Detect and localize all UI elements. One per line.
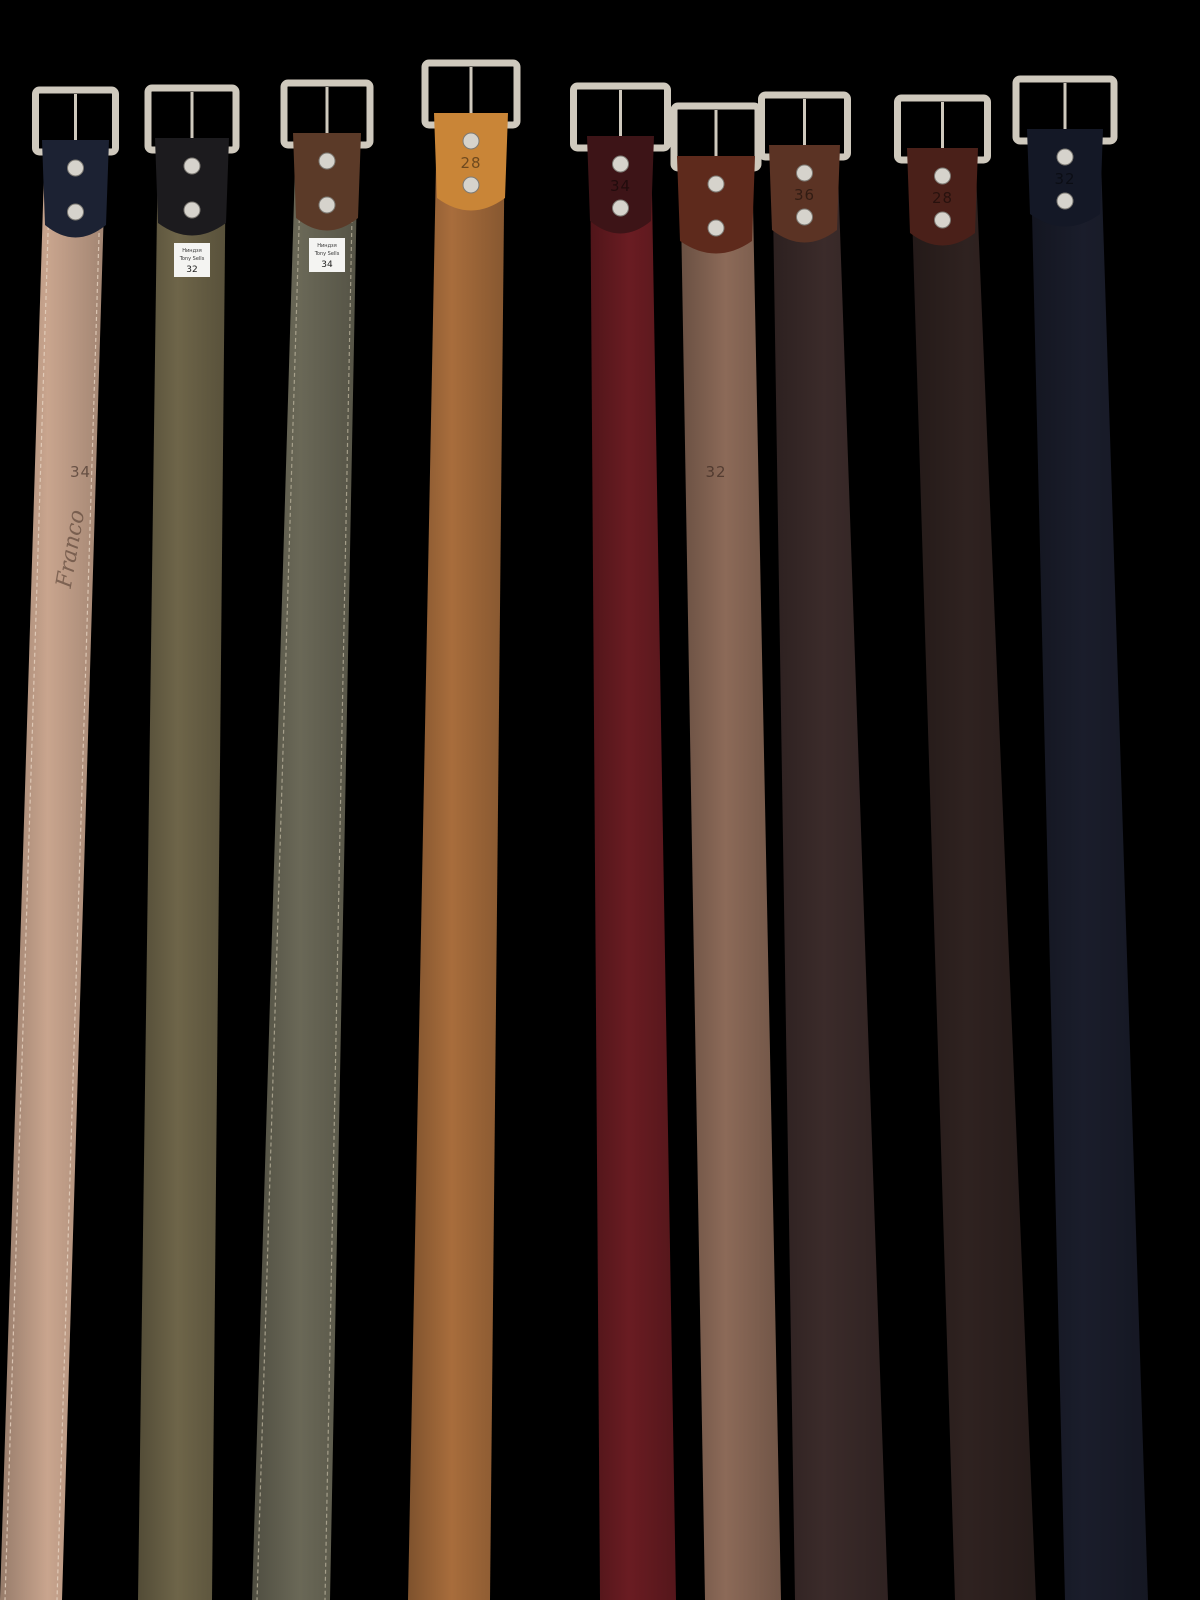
tab-size-number: 32 [1054,170,1075,188]
rivet-icon [934,211,951,229]
tag-brand-line: Ниндзя [317,243,336,249]
rivet-icon [612,199,629,217]
rivet-icon [612,155,629,173]
rivet-icon [796,208,813,226]
rivet-icon [67,159,84,177]
strap-size-imprint: 32 [705,463,726,481]
tab-size-number: 28 [460,154,481,172]
belt-display-photo: 34FrancoНиндзяTony Sells32НиндзяTony Sel… [0,0,1200,1600]
rivet-icon [707,219,725,237]
tag-size-number: 32 [186,265,197,275]
rivet-icon [318,196,336,214]
tag-size-number: 34 [321,260,333,270]
tag-brand-line: Ниндзя [182,248,201,254]
tag-name-line: Tony Sells [314,251,340,257]
rivet-icon [707,175,725,193]
belt-keeper-tab [155,138,229,236]
tab-size-number: 36 [794,186,815,204]
tab-size-number: 28 [932,189,953,207]
rivet-icon [462,176,480,194]
belt-keeper-tab [42,140,109,238]
rivet-icon [183,201,201,219]
rivet-icon [1056,192,1074,210]
tag-name-line: Tony Sells [179,256,205,262]
rivet-icon [934,167,951,185]
rivet-icon [462,132,480,150]
rivet-icon [796,164,813,182]
tab-size-number: 34 [610,177,631,195]
rivet-icon [67,203,84,221]
belt-keeper-tab [677,156,755,254]
rivet-icon [183,157,201,175]
rivet-icon [318,152,336,170]
rivet-icon [1056,148,1074,166]
belt-keeper-tab [293,133,361,231]
strap-size-imprint: 34 [70,463,91,481]
